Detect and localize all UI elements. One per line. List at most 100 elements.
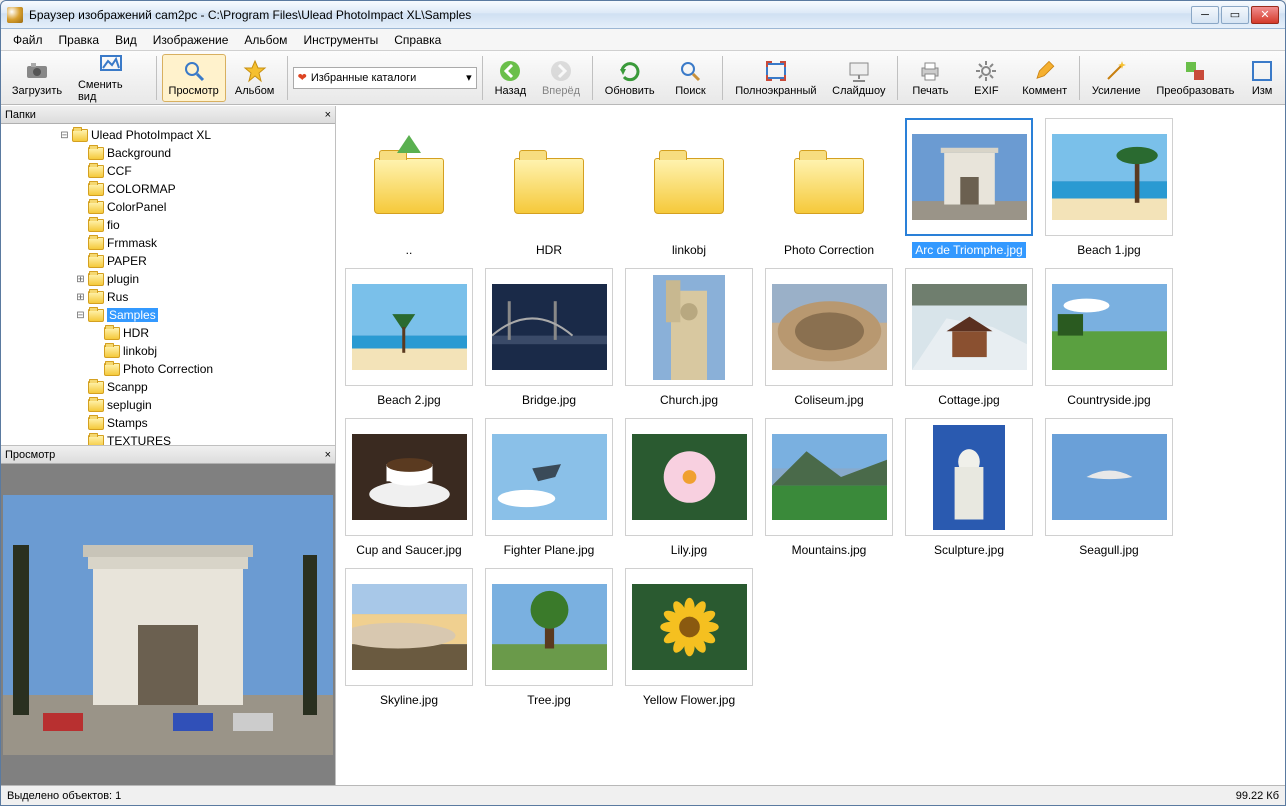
statusbar: Выделено объектов: 1 99.22 Кб: [1, 785, 1285, 805]
change-view-button[interactable]: Сменить вид: [71, 54, 151, 102]
resize-button[interactable]: Изм: [1243, 54, 1281, 102]
image-thumb[interactable]: Sculpture.jpg: [904, 418, 1034, 558]
heart-icon: ❤: [298, 71, 307, 84]
image-thumb[interactable]: Bridge.jpg: [484, 268, 614, 408]
folder-icon: [88, 381, 104, 394]
tree-node[interactable]: seplugin: [1, 396, 335, 414]
thumb-label: Yellow Flower.jpg: [640, 692, 738, 708]
close-button[interactable]: ✕: [1251, 6, 1279, 24]
image-thumb[interactable]: Fighter Plane.jpg: [484, 418, 614, 558]
thumbnail-image: [653, 275, 725, 380]
folder-icon: [654, 158, 724, 214]
expand-icon[interactable]: ⊞: [75, 274, 86, 285]
toolbar-separator: [156, 56, 157, 100]
back-button[interactable]: Назад: [488, 54, 533, 102]
load-button[interactable]: Загрузить: [5, 54, 69, 102]
image-thumb[interactable]: Skyline.jpg: [344, 568, 474, 708]
tree-node-label: seplugin: [107, 398, 152, 412]
tree-node[interactable]: CCF: [1, 162, 335, 180]
menu-item[interactable]: Файл: [5, 30, 51, 50]
collapse-icon[interactable]: ⊟: [75, 310, 86, 321]
folder-thumb[interactable]: Photo Correction: [764, 118, 894, 258]
tree-node[interactable]: ⊞Rus: [1, 288, 335, 306]
tree-node[interactable]: Frmmask: [1, 234, 335, 252]
tree-node[interactable]: linkobj: [1, 342, 335, 360]
tree-node-label: Samples: [107, 308, 158, 322]
minimize-button[interactable]: ─: [1191, 6, 1219, 24]
maximize-button[interactable]: ▭: [1221, 6, 1249, 24]
image-thumb[interactable]: Countryside.jpg: [1044, 268, 1174, 408]
search-button[interactable]: Поиск: [663, 54, 717, 102]
thumb-box: [1045, 118, 1173, 236]
tree-node[interactable]: TEXTURES: [1, 432, 335, 445]
expand-icon[interactable]: ⊞: [75, 292, 86, 303]
comment-button[interactable]: Коммент: [1015, 54, 1074, 102]
menu-item[interactable]: Вид: [107, 30, 145, 50]
tree-node[interactable]: ColorPanel: [1, 198, 335, 216]
tree-node[interactable]: Stamps: [1, 414, 335, 432]
image-thumb[interactable]: Arc de Triomphe.jpg: [904, 118, 1034, 258]
tree-node[interactable]: Photo Correction: [1, 360, 335, 378]
folders-panel: Папки × ⊟Ulead PhotoImpact XLBackgroundC…: [1, 106, 335, 445]
image-thumb[interactable]: Beach 1.jpg: [1044, 118, 1174, 258]
transform-button[interactable]: Преобразовать: [1150, 54, 1242, 102]
thumb-label: linkobj: [669, 242, 709, 258]
fullscreen-button[interactable]: Полноэкранный: [728, 54, 823, 102]
tree-node[interactable]: COLORMAP: [1, 180, 335, 198]
folder-thumb[interactable]: HDR: [484, 118, 614, 258]
wand-icon: [1104, 59, 1128, 83]
tree-node-label: TEXTURES: [107, 434, 171, 445]
tree-node[interactable]: HDR: [1, 324, 335, 342]
thumbnail-area[interactable]: ..HDR linkobj Photo Correction Arc de Triom…: [336, 106, 1285, 785]
tree-node[interactable]: Scanpp: [1, 378, 335, 396]
preview-panel: Просмотр ×: [1, 445, 335, 785]
image-thumb[interactable]: Church.jpg: [624, 268, 754, 408]
image-thumb[interactable]: Cottage.jpg: [904, 268, 1034, 408]
forward-button[interactable]: Вперёд: [535, 54, 587, 102]
toolbar-separator: [722, 56, 723, 100]
close-icon[interactable]: ×: [325, 109, 331, 121]
menu-item[interactable]: Справка: [386, 30, 449, 50]
image-thumb[interactable]: Lily.jpg: [624, 418, 754, 558]
menu-item[interactable]: Правка: [51, 30, 108, 50]
folder-thumb[interactable]: linkobj: [624, 118, 754, 258]
preview-button[interactable]: Просмотр: [162, 54, 226, 102]
refresh-button[interactable]: Обновить: [598, 54, 662, 102]
tree-node[interactable]: ⊟Ulead PhotoImpact XL: [1, 126, 335, 144]
image-thumb[interactable]: Cup and Saucer.jpg: [344, 418, 474, 558]
image-thumb[interactable]: Coliseum.jpg: [764, 268, 894, 408]
tree-node[interactable]: ⊞plugin: [1, 270, 335, 288]
menu-item[interactable]: Инструменты: [295, 30, 386, 50]
favorites-combo[interactable]: ❤ Избранные каталоги ▾: [293, 67, 477, 89]
toolbar-separator: [592, 56, 593, 100]
close-icon[interactable]: ×: [325, 449, 331, 461]
folder-tree[interactable]: ⊟Ulead PhotoImpact XLBackgroundCCFCOLORM…: [1, 124, 335, 445]
menu-item[interactable]: Альбом: [236, 30, 295, 50]
enhance-button[interactable]: Усиление: [1085, 54, 1148, 102]
thumb-box: [765, 118, 893, 236]
exif-button[interactable]: EXIF: [959, 54, 1013, 102]
menu-item[interactable]: Изображение: [145, 30, 237, 50]
slideshow-button[interactable]: Слайдшоу: [825, 54, 892, 102]
album-button[interactable]: Альбом: [228, 54, 282, 102]
image-thumb[interactable]: Tree.jpg: [484, 568, 614, 708]
tree-node-label: Scanpp: [107, 380, 148, 394]
tree-node[interactable]: PAPER: [1, 252, 335, 270]
image-thumb[interactable]: Beach 2.jpg: [344, 268, 474, 408]
tree-node[interactable]: fio: [1, 216, 335, 234]
thumb-label: Arc de Triomphe.jpg: [912, 242, 1025, 258]
image-thumb[interactable]: Yellow Flower.jpg: [624, 568, 754, 708]
print-button[interactable]: Печать: [903, 54, 957, 102]
image-thumb[interactable]: Mountains.jpg: [764, 418, 894, 558]
preview-image[interactable]: [3, 495, 333, 755]
folder-thumb[interactable]: ..: [344, 118, 474, 258]
thumb-label: Beach 1.jpg: [1074, 242, 1143, 258]
thumb-label: Countryside.jpg: [1064, 392, 1153, 408]
tree-node[interactable]: ⊟ Samples: [1, 306, 335, 324]
folder-icon: [514, 158, 584, 214]
collapse-icon[interactable]: ⊟: [59, 130, 70, 141]
status-size: 99.22 Кб: [1236, 790, 1279, 802]
image-thumb[interactable]: Seagull.jpg: [1044, 418, 1174, 558]
thumb-label: Photo Correction: [781, 242, 877, 258]
tree-node[interactable]: Background: [1, 144, 335, 162]
